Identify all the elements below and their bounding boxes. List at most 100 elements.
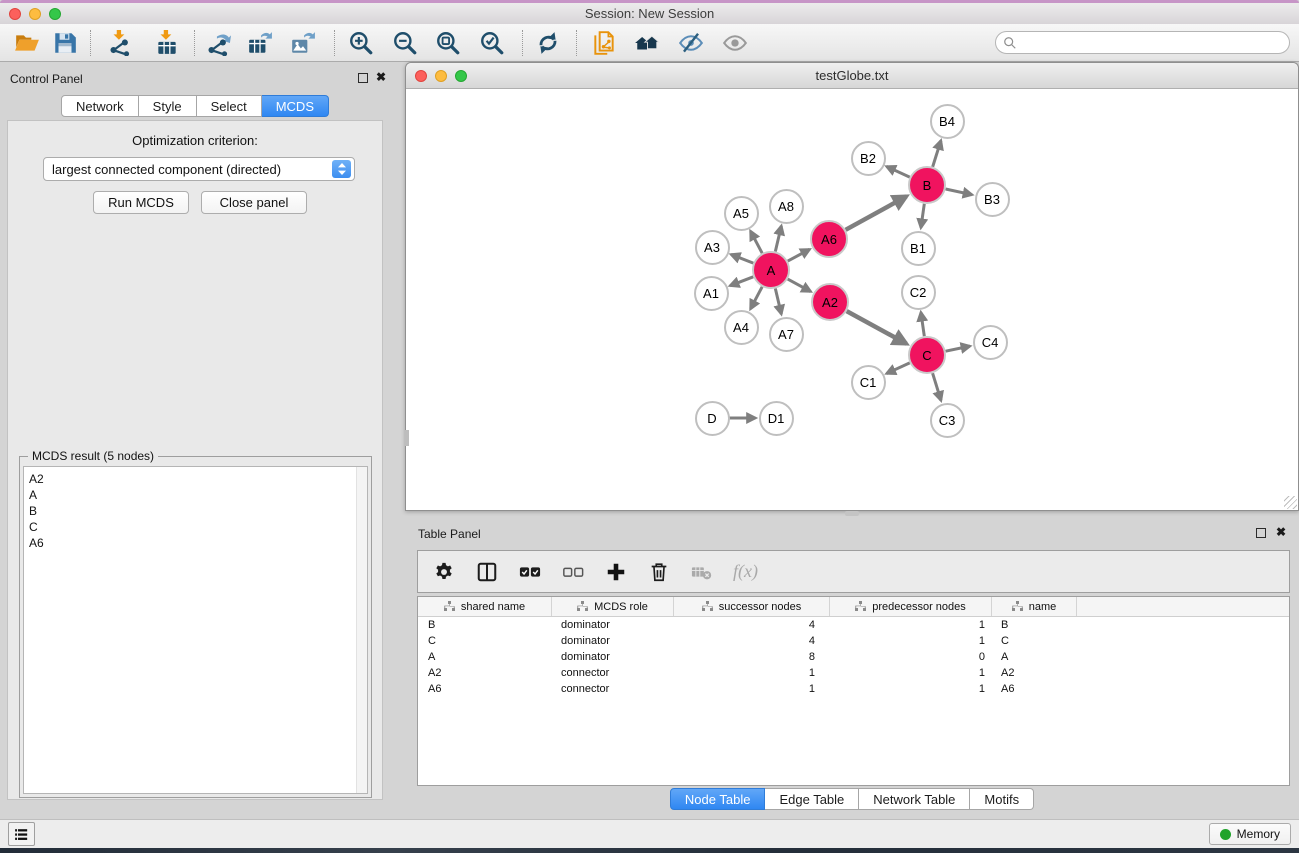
graph-node-c3[interactable]: C3	[930, 403, 965, 438]
tab-node-table[interactable]: Node Table	[670, 788, 766, 810]
close-window-button[interactable]	[9, 8, 21, 20]
result-item[interactable]: A2	[29, 471, 367, 487]
memory-button[interactable]: Memory	[1209, 823, 1291, 845]
graph-edge-B-B2[interactable]	[887, 167, 910, 178]
graph-node-a8[interactable]: A8	[769, 189, 804, 224]
home-icon[interactable]	[632, 28, 662, 58]
graph-edge-A-A5[interactable]	[751, 231, 763, 253]
search-input[interactable]	[1021, 34, 1289, 52]
minimize-window-button[interactable]	[29, 8, 41, 20]
column-header-shared-name[interactable]: shared name	[418, 597, 551, 616]
tab-motifs[interactable]: Motifs	[970, 788, 1034, 810]
graph-node-d[interactable]: D	[695, 401, 730, 436]
graph-edge-A-A1[interactable]	[730, 277, 753, 286]
zoom-selected-icon[interactable]	[477, 28, 507, 58]
graph-node-a1[interactable]: A1	[694, 276, 729, 311]
column-header-mcds-role[interactable]: MCDS role	[551, 597, 673, 616]
graph-node-a7[interactable]: A7	[769, 317, 804, 352]
refresh-layout-icon[interactable]	[533, 28, 563, 58]
graph-node-a[interactable]: A	[752, 251, 790, 289]
result-item[interactable]: A	[29, 487, 367, 503]
zoom-fit-icon[interactable]	[433, 28, 463, 58]
import-table-icon[interactable]	[152, 28, 182, 58]
float-panel-icon[interactable]	[358, 73, 368, 83]
column-header-successor-nodes[interactable]: successor nodes	[673, 597, 829, 616]
graph-edge-B-B1[interactable]	[921, 204, 924, 228]
graph-node-d1[interactable]: D1	[759, 401, 794, 436]
network-canvas[interactable]: B4B2BB3A8A5A6B1A3AA1C2A2A4A7C4CC1C3DD1	[406, 89, 1298, 510]
graph-edge-C-C2[interactable]	[921, 312, 924, 336]
graph-node-c2[interactable]: C2	[901, 275, 936, 310]
graph-node-a3[interactable]: A3	[695, 230, 730, 265]
graph-node-c1[interactable]: C1	[851, 365, 886, 400]
graph-edge-C-C1[interactable]	[887, 363, 910, 374]
column-header-name[interactable]: name	[991, 597, 1076, 616]
tab-style[interactable]: Style	[139, 95, 197, 117]
graph-edge-B-B3[interactable]	[946, 189, 972, 195]
resize-grip[interactable]	[1284, 496, 1297, 509]
add-column-icon[interactable]	[604, 560, 628, 584]
show-panels-icon[interactable]	[720, 28, 750, 58]
zoom-window-button[interactable]	[49, 8, 61, 20]
network-window-titlebar[interactable]: testGlobe.txt	[406, 63, 1298, 89]
save-session-icon[interactable]	[50, 28, 80, 58]
close-panel-icon[interactable]: ✖	[376, 70, 386, 84]
node-table[interactable]: shared nameMCDS rolesuccessor nodesprede…	[417, 596, 1290, 786]
graph-edge-A-A2[interactable]	[788, 279, 811, 291]
settings-gear-icon[interactable]	[432, 560, 456, 584]
graph-node-a4[interactable]: A4	[724, 310, 759, 345]
graph-node-b[interactable]: B	[908, 166, 946, 204]
graph-edge-A2-C[interactable]	[847, 311, 907, 344]
graph-edge-A-A3[interactable]	[731, 254, 753, 263]
tab-edge-table[interactable]: Edge Table	[765, 788, 859, 810]
table-row[interactable]: Adominator80A	[418, 649, 1289, 665]
graph-edge-B-B4[interactable]	[933, 141, 941, 167]
toolbar-search[interactable]	[995, 31, 1290, 54]
table-row[interactable]: A6connector11A6	[418, 681, 1289, 697]
column-header-predecessor-nodes[interactable]: predecessor nodes	[829, 597, 991, 616]
tab-select[interactable]: Select	[197, 95, 262, 117]
table-row[interactable]: Cdominator41C	[418, 633, 1289, 649]
result-scrollbar[interactable]	[356, 467, 367, 793]
close-panel-icon[interactable]: ✖	[1276, 525, 1286, 539]
hide-panels-icon[interactable]	[676, 28, 706, 58]
graph-node-a2[interactable]: A2	[811, 283, 849, 321]
graph-edge-A-A8[interactable]	[775, 226, 781, 252]
task-history-button[interactable]	[8, 822, 35, 846]
graph-node-b1[interactable]: B1	[901, 231, 936, 266]
export-image-icon[interactable]	[288, 28, 318, 58]
delete-column-icon[interactable]	[647, 560, 671, 584]
result-item[interactable]: C	[29, 519, 367, 535]
column-layout-icon[interactable]	[475, 560, 499, 584]
tab-mcds[interactable]: MCDS	[262, 95, 329, 117]
network-minimize-button[interactable]	[435, 70, 447, 82]
graph-node-b4[interactable]: B4	[930, 104, 965, 139]
optimization-select[interactable]: largest connected component (directed)	[43, 157, 355, 181]
zoom-in-icon[interactable]	[346, 28, 376, 58]
export-table-icon[interactable]	[245, 28, 275, 58]
mcds-result-list[interactable]: A2ABCA6	[23, 466, 368, 794]
export-network-icon[interactable]	[203, 28, 233, 58]
network-zoom-button[interactable]	[455, 70, 467, 82]
tab-network-table[interactable]: Network Table	[859, 788, 970, 810]
close-panel-button[interactable]: Close panel	[201, 191, 307, 214]
select-all-checked-icon[interactable]	[518, 560, 542, 584]
import-network-icon[interactable]	[105, 28, 135, 58]
open-session-icon[interactable]	[12, 28, 42, 58]
network-close-button[interactable]	[415, 70, 427, 82]
graph-node-c4[interactable]: C4	[973, 325, 1008, 360]
graph-edge-A-A4[interactable]	[751, 287, 763, 309]
graph-node-b3[interactable]: B3	[975, 182, 1010, 217]
network-snapshot-icon[interactable]	[589, 28, 619, 58]
table-row[interactable]: A2connector11A2	[418, 665, 1289, 681]
graph-edge-A-A7[interactable]	[775, 288, 781, 314]
graph-node-a6[interactable]: A6	[810, 220, 848, 258]
graph-edge-C-C4[interactable]	[946, 346, 970, 351]
graph-node-a5[interactable]: A5	[724, 196, 759, 231]
float-panel-icon[interactable]	[1256, 528, 1266, 538]
graph-node-b2[interactable]: B2	[851, 141, 886, 176]
result-item[interactable]: A6	[29, 535, 367, 551]
deselect-all-icon[interactable]	[561, 560, 585, 584]
run-mcds-button[interactable]: Run MCDS	[93, 191, 189, 214]
tab-network[interactable]: Network	[61, 95, 139, 117]
